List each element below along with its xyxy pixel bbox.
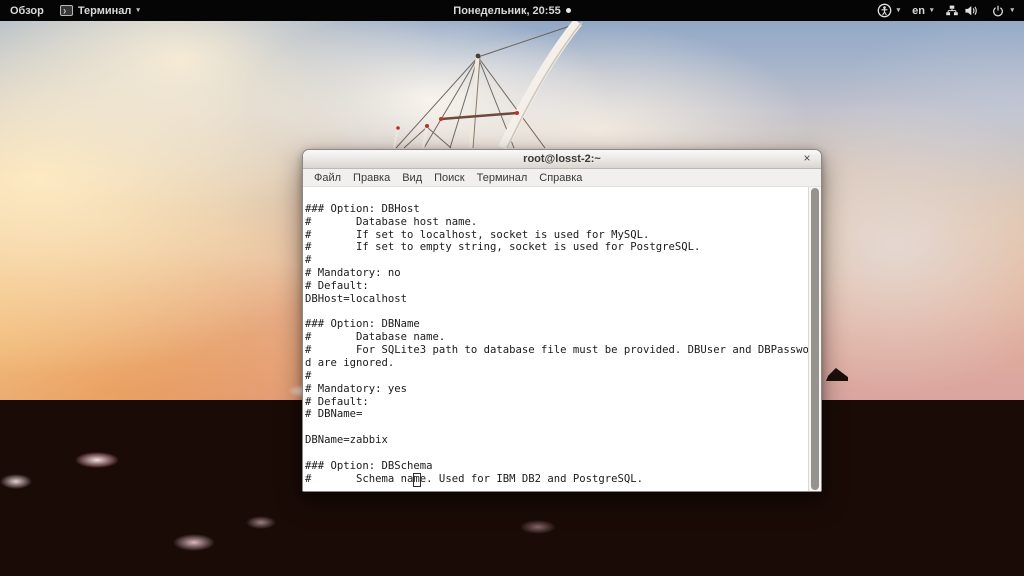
terminal-line: ### Option: DBSchema bbox=[305, 459, 433, 472]
terminal-line: # bbox=[305, 369, 312, 382]
clock-label: Понедельник, 20:55 bbox=[453, 4, 561, 17]
terminal-line: ### Option: DBName bbox=[305, 318, 420, 331]
terminal-line: # DBName= bbox=[305, 408, 363, 421]
gnome-top-bar: Обзор ❯ Терминал ▾ Понедельник, 20:55 ▾ … bbox=[0, 0, 1024, 21]
terminal-line: # Database name. bbox=[305, 331, 446, 344]
terminal-content[interactable]: ### Option: DBHost # Database host name. #… bbox=[303, 187, 821, 491]
terminal-line: # If set to empty string, socket is used… bbox=[305, 241, 701, 254]
terminal-menubar: Файл Правка Вид Поиск Терминал Справка bbox=[303, 169, 821, 187]
terminal-line: d are ignored. bbox=[305, 356, 395, 369]
terminal-line: DBName=zabbix bbox=[305, 434, 388, 447]
wave-foam bbox=[0, 474, 32, 489]
wave-foam bbox=[246, 516, 276, 529]
scrollbar[interactable] bbox=[808, 187, 821, 491]
menu-item[interactable]: Файл bbox=[308, 171, 347, 185]
terminal-line: # Schema name. Used for IBM DB2 and Post… bbox=[305, 472, 644, 485]
terminal-line: # Mandatory: yes bbox=[305, 382, 408, 395]
terminal-line: # Default: bbox=[305, 395, 369, 408]
window-title: root@losst-2:~ bbox=[523, 153, 601, 165]
terminal-window: root@losst-2:~ × Файл Правка Вид Поиск Терми… bbox=[302, 149, 822, 492]
clock-button[interactable]: Понедельник, 20:55 bbox=[453, 4, 571, 17]
terminal-line: DBHost=localhost bbox=[305, 292, 408, 305]
wave-foam bbox=[173, 534, 215, 551]
menu-item[interactable]: Справка bbox=[533, 171, 588, 185]
terminal-line: # bbox=[305, 254, 312, 267]
terminal-line: # For SQLite3 path to database file must… bbox=[305, 344, 816, 357]
terminal-text: ### Option: DBHost # Database host name. #… bbox=[305, 190, 821, 485]
menu-item[interactable]: Правка bbox=[347, 171, 396, 185]
wave-foam bbox=[520, 520, 556, 534]
menu-item[interactable]: Поиск bbox=[428, 171, 470, 185]
notification-dot-icon bbox=[565, 8, 571, 13]
terminal-line: # Database host name. bbox=[305, 215, 478, 228]
menu-item[interactable]: Вид bbox=[396, 171, 428, 185]
desktop: Обзор ❯ Терминал ▾ Понедельник, 20:55 ▾ … bbox=[0, 0, 1024, 576]
window-titlebar[interactable]: root@losst-2:~ × bbox=[303, 150, 821, 169]
terminal-line: # Mandatory: no bbox=[305, 267, 401, 280]
terminal-cursor bbox=[413, 472, 422, 487]
menu-item[interactable]: Терминал bbox=[471, 171, 534, 185]
close-button[interactable]: × bbox=[800, 151, 814, 165]
terminal-line: # If set to localhost, socket is used fo… bbox=[305, 228, 650, 241]
terminal-line: ### Option: DBHost bbox=[305, 202, 420, 215]
terminal-line: # Default: bbox=[305, 279, 369, 292]
scrollbar-thumb[interactable] bbox=[811, 188, 819, 490]
wave-foam bbox=[75, 452, 119, 468]
